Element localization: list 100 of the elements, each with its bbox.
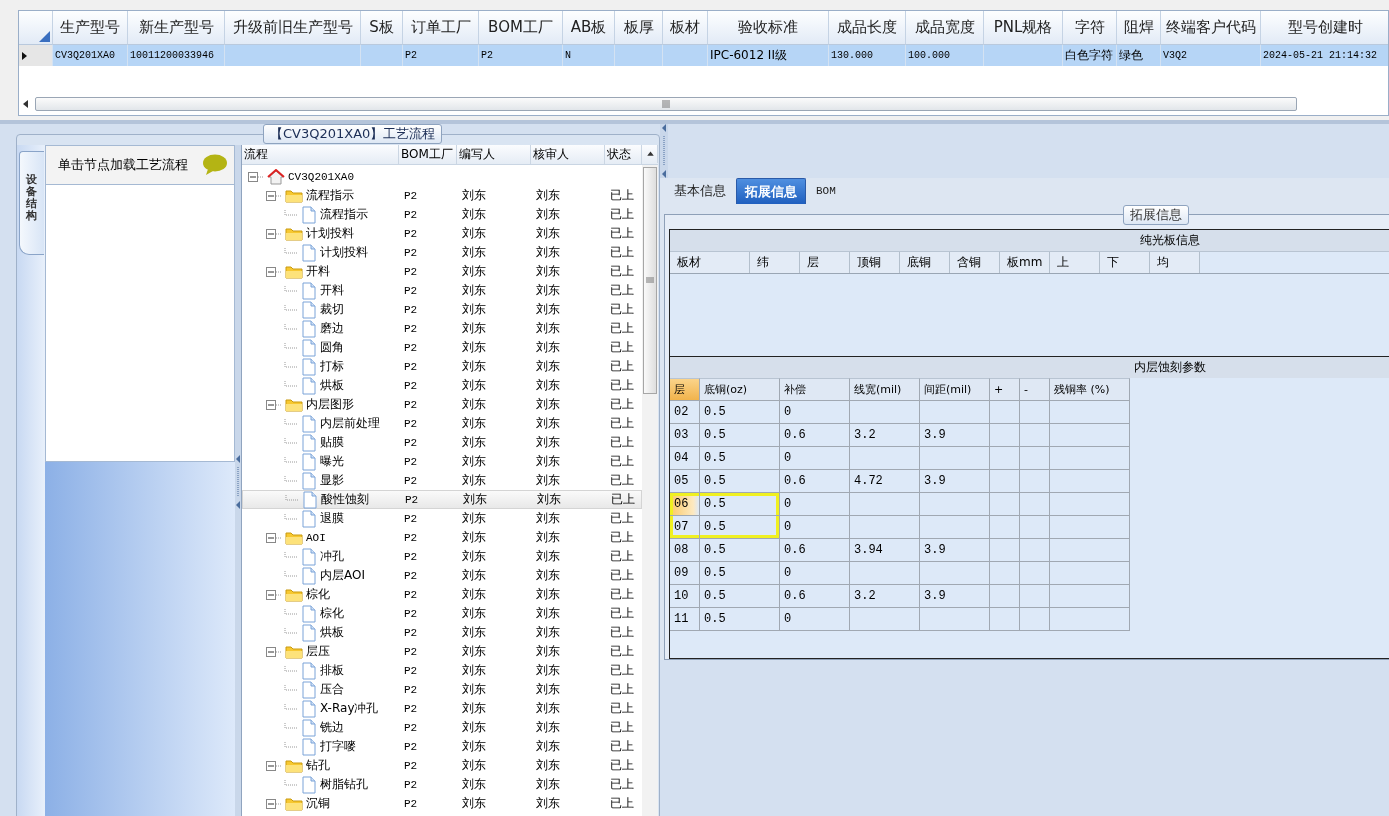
column-header[interactable]: 板mm — [1000, 252, 1050, 273]
column-header[interactable]: 纬 — [750, 252, 800, 273]
tree-row[interactable]: 钻孔 P2 刘东 刘东 已上 — [242, 756, 642, 775]
table-cell — [1020, 539, 1050, 562]
column-header[interactable]: 补偿 — [780, 378, 850, 401]
column-header[interactable]: 均 — [1150, 252, 1200, 273]
table-cell-text: P2 — [403, 626, 419, 639]
column-header[interactable]: 线宽(mil) — [850, 378, 920, 401]
tree-row[interactable]: 显影 P2 刘东 刘东 已上 — [242, 471, 642, 490]
table-cell: 3.9 — [920, 539, 990, 562]
table-cell-text: 刘东 — [535, 263, 561, 280]
table-cell — [850, 608, 920, 631]
table-cell-text: P2 — [403, 569, 419, 582]
table-cell-text: 已上 — [609, 282, 635, 299]
tree-row[interactable]: 打标 P2 刘东 刘东 已上 — [242, 357, 642, 376]
node-label: 打字嘜 — [320, 738, 356, 755]
tree-row[interactable]: CV3Q201XA0 — [242, 167, 642, 186]
table-cell: 0 — [780, 447, 850, 470]
tree-row[interactable]: AOI P2 刘东 刘东 已上 — [242, 528, 642, 547]
tree-row[interactable]: 退膜 P2 刘东 刘东 已上 — [242, 509, 642, 528]
column-header[interactable]: 状态 — [605, 145, 642, 164]
tree-row[interactable]: 打字嘜 P2 刘东 刘东 已上 — [242, 737, 642, 756]
column-header[interactable]: 底铜(oz) — [700, 378, 780, 401]
tree-row[interactable]: 计划投料 P2 刘东 刘东 已上 — [242, 243, 642, 262]
tree-row[interactable]: 内层图形 P2 刘东 刘东 已上 — [242, 395, 642, 414]
node-label: CV3Q201XA0 — [288, 170, 354, 183]
column-header[interactable]: 残铜率 (%) — [1050, 378, 1130, 401]
column-header[interactable]: 底铜 — [900, 252, 950, 273]
tree-row[interactable]: 棕化 P2 刘东 刘东 已上 — [242, 604, 642, 623]
tree-row[interactable]: 裁切 P2 刘东 刘东 已上 — [242, 300, 642, 319]
column-header[interactable]: + — [990, 378, 1020, 401]
tree-row[interactable]: 流程指示 P2 刘东 刘东 已上 — [242, 186, 642, 205]
table-cell-text: 刘东 — [535, 529, 561, 546]
column-header[interactable]: 层 — [670, 378, 700, 401]
column-header[interactable]: 编写人 — [457, 145, 531, 164]
table-cell-text: P2 — [403, 322, 419, 335]
column-header[interactable]: 上 — [1050, 252, 1100, 273]
table-cell — [920, 608, 990, 631]
tree-row[interactable]: 树脂钻孔 P2 刘东 刘东 已上 — [242, 775, 642, 794]
table-cell — [850, 562, 920, 585]
tree-row[interactable]: 开料 P2 刘东 刘东 已上 — [242, 281, 642, 300]
table-cell-text: 已上 — [609, 320, 635, 337]
tree-row[interactable]: 冲孔 P2 刘东 刘东 已上 — [242, 547, 642, 566]
tree-row[interactable]: 酸性蚀刻 P2 刘东 刘东 已上 — [242, 490, 642, 509]
table-cell-text: 已上 — [609, 472, 635, 489]
table-row[interactable]: CV3Q201XA0 10011200033946 P2 P2 N IPC-6012 II级 130.000 100.000 白色字符 绿色 V3Q2 2024-05-21 21:14:32 — [19, 45, 1388, 66]
table-cell-text: P2 — [403, 303, 419, 316]
tree-row[interactable]: 磨边 P2 刘东 刘东 已上 — [242, 319, 642, 338]
column-header[interactable]: 顶铜 — [850, 252, 900, 273]
scrollbar-thumb[interactable] — [35, 97, 1297, 111]
tree-row[interactable]: 铣边 P2 刘东 刘东 已上 — [242, 718, 642, 737]
table-cell: 06 — [670, 493, 700, 516]
column-header[interactable]: 下 — [1100, 252, 1150, 273]
node-label: 圆角 — [320, 339, 344, 356]
table-cell: 2024-05-21 21:14:32 — [1263, 50, 1378, 61]
table-cell-text: 刘东 — [461, 453, 487, 470]
node-label: 计划投料 — [306, 225, 354, 242]
side-tab[interactable]: 设备结构 — [18, 151, 44, 256]
column-header[interactable]: - — [1020, 378, 1050, 401]
table-cell-text: P2 — [403, 588, 419, 601]
scrollbar-thumb[interactable] — [643, 167, 657, 394]
tree-row[interactable]: 圆角 P2 刘东 刘东 已上 — [242, 338, 642, 357]
table-cell-text: 刘东 — [461, 795, 487, 812]
table-cell: 0 — [780, 608, 850, 631]
tree-row[interactable]: 内层AOI P2 刘东 刘东 已上 — [242, 566, 642, 585]
document-icon — [302, 490, 318, 509]
tab[interactable]: 基本信息 — [666, 178, 734, 204]
column-header[interactable]: BOM工厂 — [399, 145, 457, 164]
tree-row[interactable]: 沉铜 P2 刘东 刘东 已上 — [242, 794, 642, 813]
column-header[interactable]: 层 — [800, 252, 850, 273]
tree-row[interactable]: 曝光 P2 刘东 刘东 已上 — [242, 452, 642, 471]
tree-row[interactable]: 开料 P2 刘东 刘东 已上 — [242, 262, 642, 281]
tree-row[interactable]: 压合 P2 刘东 刘东 已上 — [242, 680, 642, 699]
document-icon — [301, 661, 317, 680]
tree-row[interactable]: 层压 P2 刘东 刘东 已上 — [242, 642, 642, 661]
table-cell-text: 已上 — [609, 757, 635, 774]
tab[interactable]: 拓展信息 — [736, 178, 806, 204]
tree-row[interactable]: 棕化 P2 刘东 刘东 已上 — [242, 585, 642, 604]
table-cell: P2 — [481, 50, 493, 61]
table-cell: 0 — [780, 401, 850, 424]
tree-row[interactable]: 贴膜 P2 刘东 刘东 已上 — [242, 433, 642, 452]
column-header[interactable]: 核审人 — [531, 145, 605, 164]
tree-row[interactable]: 内层前处理 P2 刘东 刘东 已上 — [242, 414, 642, 433]
tree-row[interactable]: 烘板 P2 刘东 刘东 已上 — [242, 376, 642, 395]
tab[interactable]: BOM — [808, 178, 844, 204]
column-header[interactable]: 流程 — [242, 145, 399, 164]
tree-row[interactable]: 排板 P2 刘东 刘东 已上 — [242, 661, 642, 680]
table-cell — [1020, 493, 1050, 516]
tree-row[interactable]: X-Ray冲孔 P2 刘东 刘东 已上 — [242, 699, 642, 718]
column-header[interactable]: 间距(mil) — [920, 378, 990, 401]
tree-row[interactable]: 流程指示 P2 刘东 刘东 已上 — [242, 205, 642, 224]
folder-icon — [285, 397, 303, 412]
tree-row[interactable]: 烘板 P2 刘东 刘东 已上 — [242, 623, 642, 642]
table-cell-text: 刘东 — [461, 206, 487, 223]
table-cell-text: 刘东 — [461, 510, 487, 527]
tree-row[interactable]: 计划投料 P2 刘东 刘东 已上 — [242, 224, 642, 243]
column-header[interactable]: 板材 — [670, 252, 750, 273]
table-cell-text: 已上 — [609, 624, 635, 641]
column-header[interactable]: 含铜 — [950, 252, 1000, 273]
table-cell-text: 刘东 — [535, 605, 561, 622]
